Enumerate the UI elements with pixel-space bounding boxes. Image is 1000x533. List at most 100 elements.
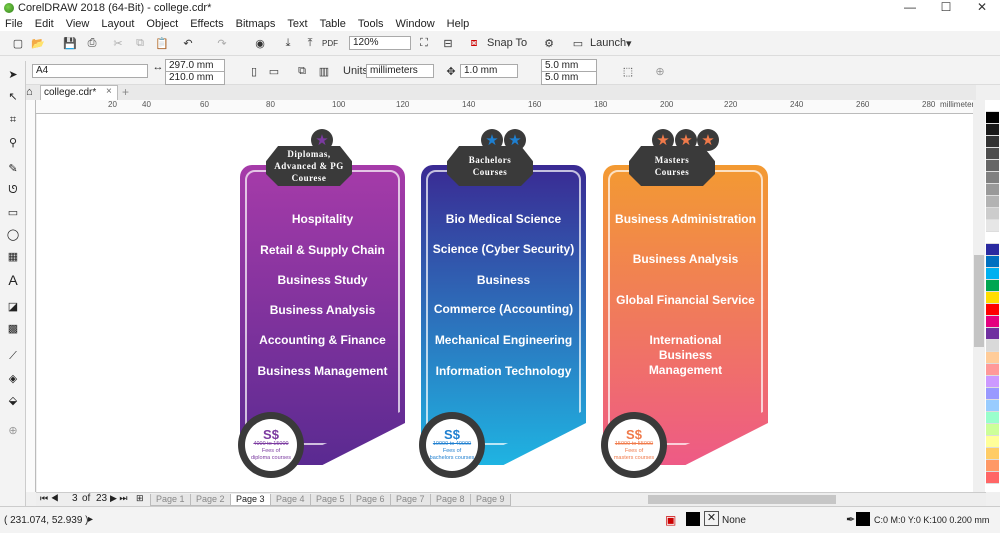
minimize-button[interactable]: — — [892, 0, 928, 16]
close-button[interactable]: ✕ — [964, 0, 1000, 16]
menu-tools[interactable]: Tools — [358, 18, 384, 30]
paste-icon[interactable]: 📋 — [154, 35, 170, 51]
maximize-button[interactable]: ☐ — [928, 0, 964, 16]
menu-help[interactable]: Help — [447, 18, 470, 30]
page-tab[interactable]: Page 8 — [430, 494, 471, 506]
artistic-media-icon[interactable]: ᘎ — [4, 181, 22, 199]
menu-text[interactable]: Text — [287, 18, 307, 30]
home-icon[interactable]: ⌂ — [26, 86, 38, 98]
palette-swatch[interactable] — [986, 460, 999, 472]
horizontal-ruler[interactable]: 20 40 60 80 100 120 140 160 180 200 220 … — [36, 100, 986, 114]
palette-swatch[interactable] — [986, 292, 999, 304]
duplicate-y-field[interactable]: 5.0 mm — [541, 71, 597, 85]
cut-icon[interactable]: ✂ — [110, 35, 126, 51]
horizontal-scrollbar-thumb[interactable] — [648, 495, 836, 504]
export-icon[interactable]: ⤒ — [302, 35, 318, 51]
ellipse-tool-icon[interactable]: ◯ — [4, 225, 22, 243]
outline-swatch-icon[interactable] — [686, 512, 700, 526]
portrait-icon[interactable]: ▯ — [246, 63, 262, 79]
scrollbar-thumb[interactable] — [974, 255, 984, 347]
polygon-tool-icon[interactable]: ▦ — [4, 247, 22, 265]
palette-swatch[interactable] — [986, 436, 999, 448]
palette-swatch[interactable] — [986, 328, 999, 340]
search-content-icon[interactable]: ◉ — [252, 35, 268, 51]
palette-swatch[interactable] — [986, 220, 999, 232]
pick-tool-icon[interactable]: ➤ — [4, 65, 22, 83]
outline-color-swatch[interactable] — [856, 512, 870, 526]
menu-effects[interactable]: Effects — [190, 18, 223, 30]
open-icon[interactable]: 📂 — [30, 35, 46, 51]
redo-icon[interactable]: ↷ — [214, 35, 230, 51]
menu-view[interactable]: View — [66, 18, 90, 30]
current-page-number[interactable]: 3 — [72, 493, 78, 504]
zoom-level-select[interactable]: 120% — [349, 36, 411, 50]
launch-app-icon[interactable]: ▭ — [570, 35, 586, 51]
palette-swatch[interactable] — [986, 136, 999, 148]
launch-dropdown[interactable]: Launch — [590, 35, 626, 51]
pen-icon[interactable]: ✒ — [846, 513, 855, 526]
page-tab[interactable]: Page 2 — [190, 494, 231, 506]
freehand-tool-icon[interactable]: ✎ — [4, 159, 22, 177]
menu-file[interactable]: File — [5, 18, 23, 30]
snap-icon[interactable]: ⧈ — [466, 35, 482, 51]
add-icon[interactable]: ⊕ — [652, 63, 668, 79]
palette-swatch[interactable] — [986, 184, 999, 196]
palette-swatch[interactable] — [986, 160, 999, 172]
undo-icon[interactable]: ↶ — [180, 35, 196, 51]
all-pages-icon[interactable]: ⧉ — [294, 63, 310, 79]
print-icon[interactable]: ⎙ — [84, 35, 100, 51]
palette-swatch[interactable] — [986, 376, 999, 388]
full-screen-icon[interactable]: ⛶ — [416, 35, 432, 51]
page-tab[interactable]: Page 1 — [150, 494, 191, 506]
palette-swatch[interactable] — [986, 244, 999, 256]
palette-swatch[interactable] — [986, 424, 999, 436]
text-tool-icon[interactable]: A — [4, 271, 22, 289]
palette-swatch[interactable] — [986, 364, 999, 376]
status-arrow-icon[interactable]: ▸ — [88, 514, 93, 525]
menu-layout[interactable]: Layout — [101, 18, 134, 30]
palette-swatch[interactable] — [986, 448, 999, 460]
palette-swatch[interactable] — [986, 268, 999, 280]
vertical-ruler[interactable] — [26, 100, 36, 492]
eyedropper-icon[interactable]: ⟋ — [4, 347, 22, 365]
palette-swatch[interactable] — [986, 352, 999, 364]
chevron-down-icon[interactable]: ▾ — [626, 35, 632, 51]
palette-swatch[interactable] — [986, 208, 999, 220]
current-page-icon[interactable]: ▥ — [316, 63, 332, 79]
close-tab-icon[interactable]: × — [106, 86, 112, 97]
menu-table[interactable]: Table — [320, 18, 346, 30]
landscape-icon[interactable]: ▭ — [266, 63, 282, 79]
menu-edit[interactable]: Edit — [35, 18, 54, 30]
show-rulers-icon[interactable]: ⊟ — [440, 35, 456, 51]
palette-swatch[interactable] — [986, 172, 999, 184]
units-select[interactable]: millimeters — [366, 64, 434, 78]
transparency-icon[interactable]: ▩ — [4, 319, 22, 337]
palette-swatch[interactable] — [986, 232, 999, 244]
page-tab[interactable]: Page 7 — [390, 494, 431, 506]
add-page-icon[interactable]: ⊞ — [136, 493, 144, 504]
palette-swatch[interactable] — [986, 400, 999, 412]
page-tab[interactable]: Page 3 — [230, 494, 271, 506]
palette-swatch[interactable] — [986, 316, 999, 328]
snap-to-dropdown[interactable]: Snap To — [487, 35, 527, 51]
palette-swatch[interactable] — [986, 472, 999, 484]
page-tab[interactable]: Page 6 — [350, 494, 391, 506]
page-height-field[interactable]: 210.0 mm — [165, 71, 225, 85]
palette-swatch[interactable] — [986, 100, 999, 112]
new-document-icon[interactable]: ▢ — [10, 35, 26, 51]
save-icon[interactable]: 💾 — [62, 35, 78, 51]
new-tab-icon[interactable]: + — [122, 85, 129, 99]
page-frame-icon[interactable]: ⬚ — [620, 63, 636, 79]
menu-window[interactable]: Window — [396, 18, 435, 30]
menu-object[interactable]: Object — [146, 18, 178, 30]
first-page-icon[interactable]: ⏮ ◀ — [40, 493, 59, 504]
palette-swatch[interactable] — [986, 196, 999, 208]
palette-swatch[interactable] — [986, 280, 999, 292]
palette-swatch[interactable] — [986, 256, 999, 268]
drop-shadow-icon[interactable]: ◪ — [4, 297, 22, 315]
palette-swatch[interactable] — [986, 148, 999, 160]
vertical-scrollbar[interactable] — [973, 100, 985, 492]
palette-swatch[interactable] — [986, 412, 999, 424]
options-gear-icon[interactable]: ⚙ — [541, 35, 557, 51]
nudge-distance-field[interactable]: 1.0 mm — [460, 64, 518, 78]
